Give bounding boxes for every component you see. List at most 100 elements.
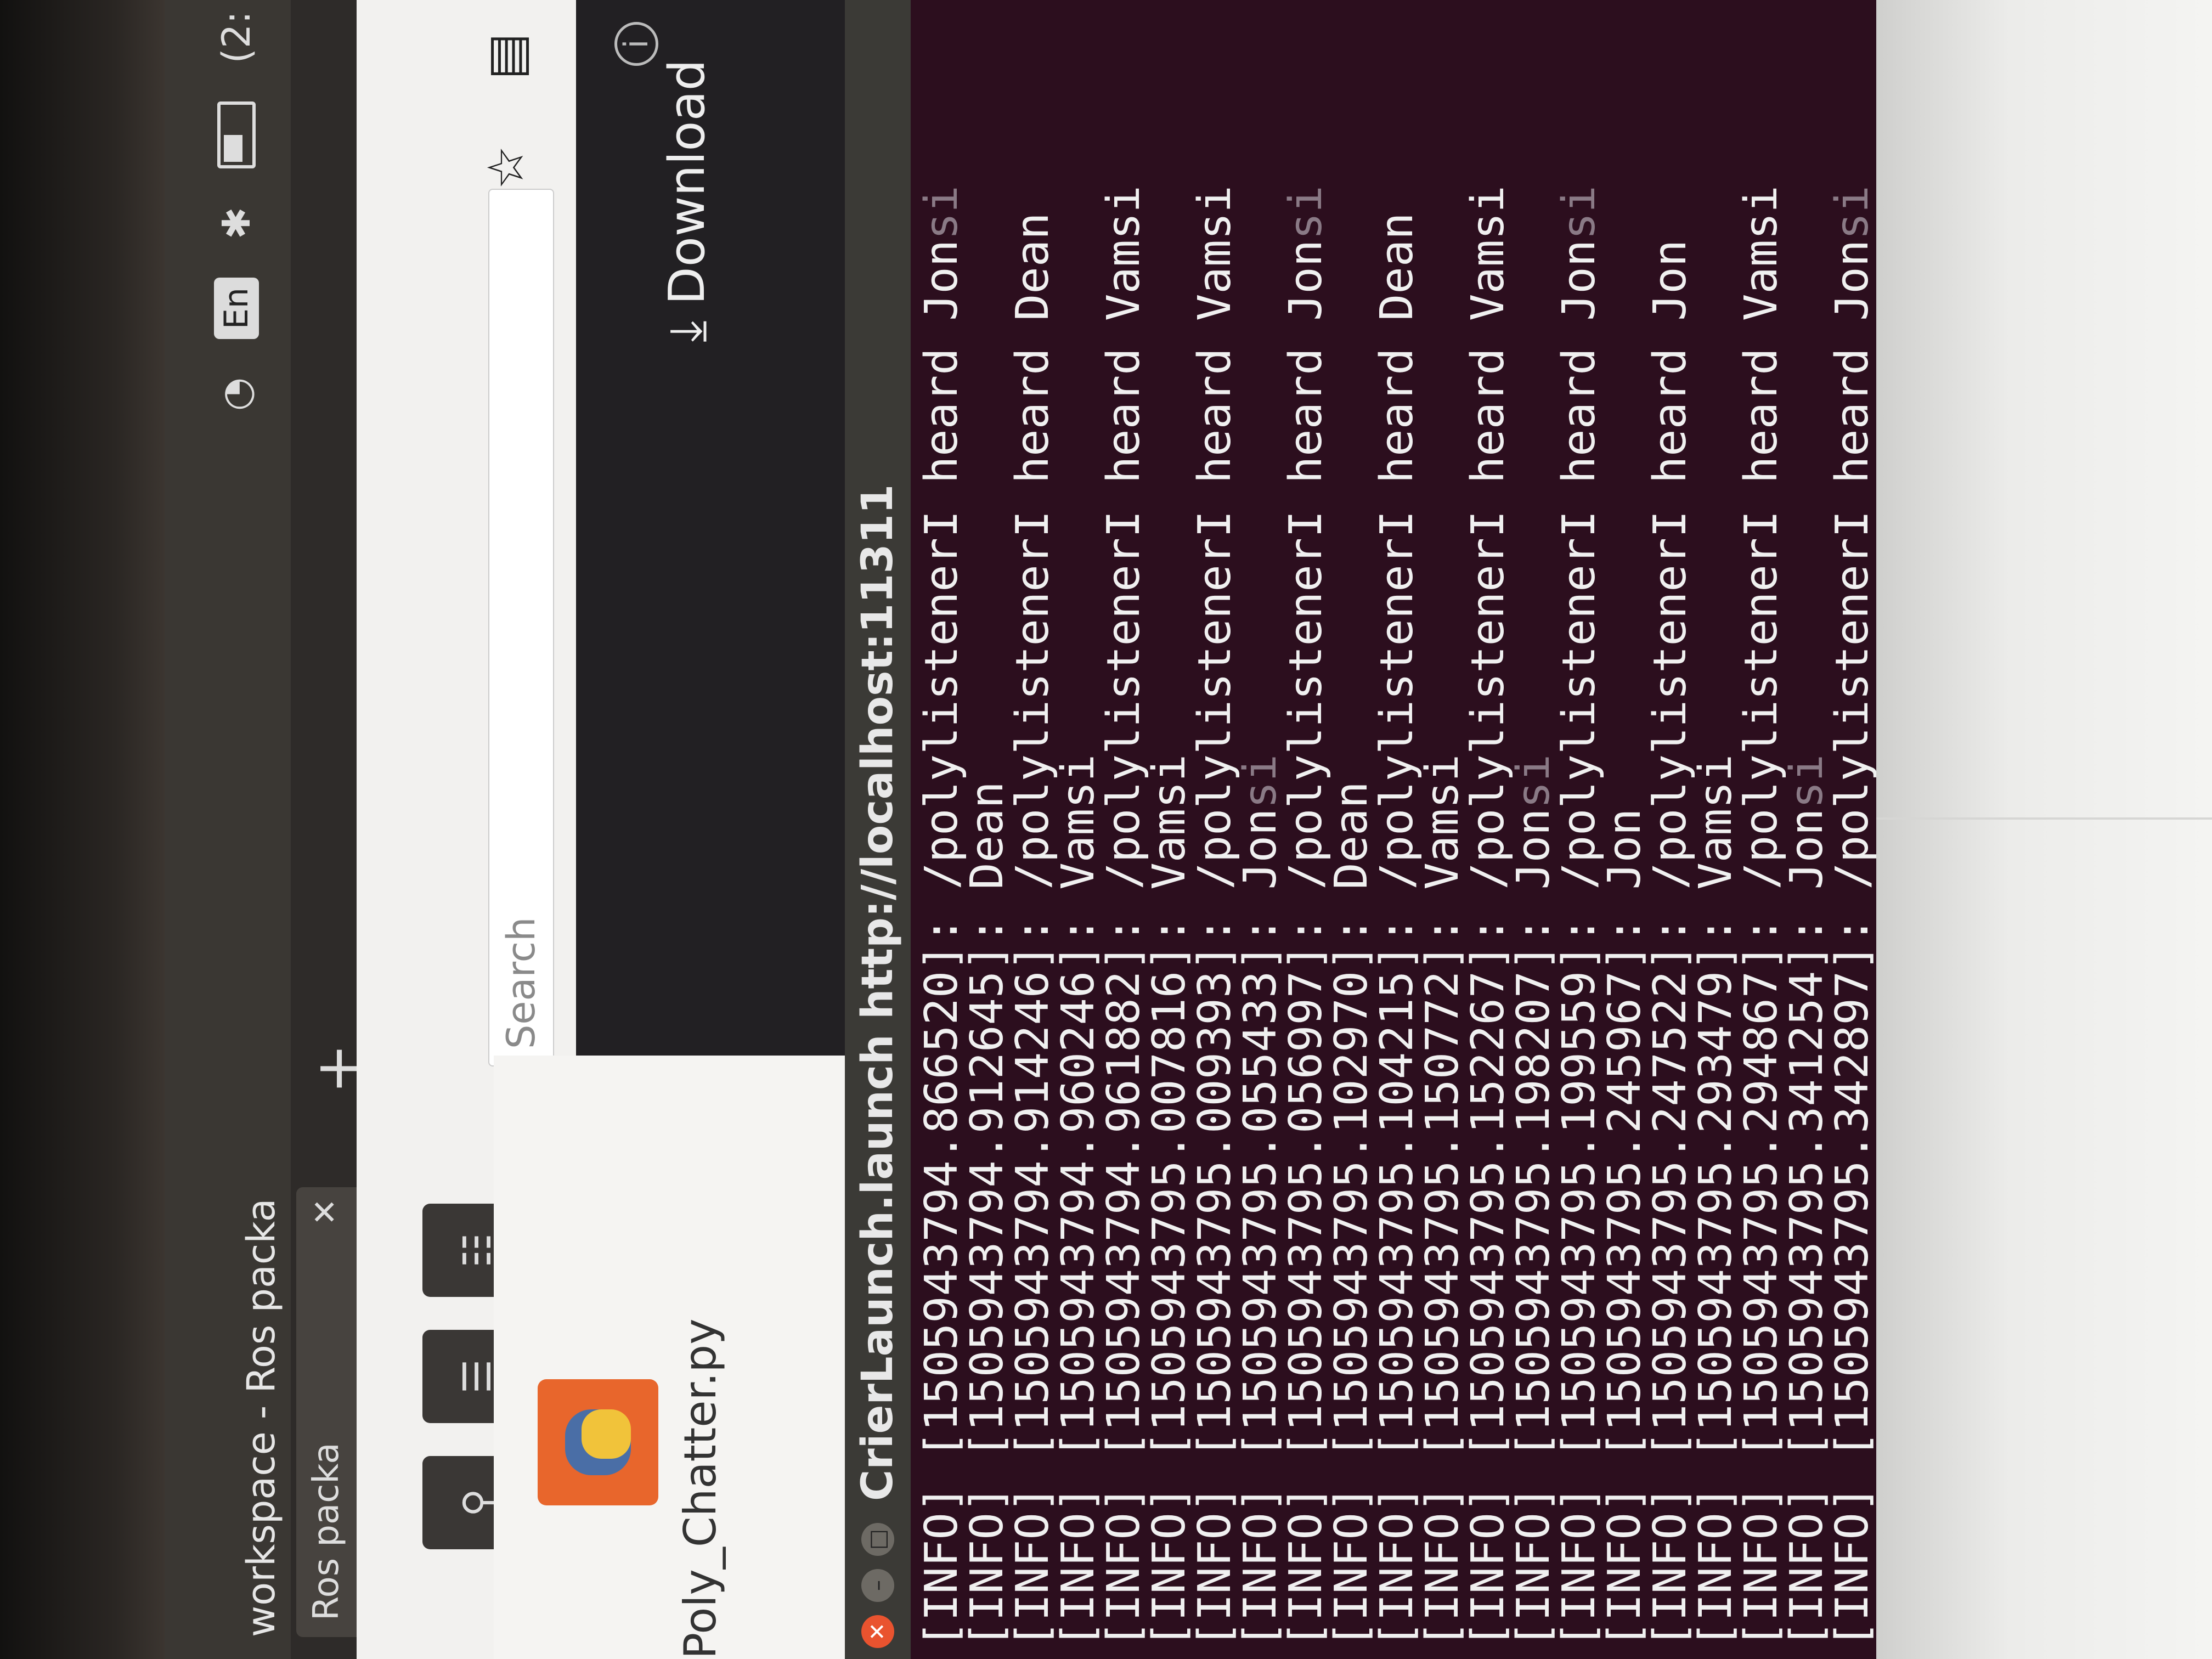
terminal-line: [INFO] [1505943795.342897]: /polylistene… <box>1826 185 1876 1648</box>
terminal-line: [INFO] [1505943795.245967]: Jon <box>1599 185 1651 1648</box>
top-panel: workspace - Ros packa ◔ En ✱ (2: <box>165 0 291 1659</box>
log-message: /polylistenerI heard Jon <box>1280 239 1332 917</box>
maximize-window-button[interactable]: □ <box>861 1523 894 1556</box>
python-file-icon <box>538 1379 658 1505</box>
clock[interactable]: (2: <box>214 11 259 63</box>
terminal-line: [INFO] [1505943795.152267]: /polylistene… <box>1462 185 1514 1648</box>
log-message: /polylistenerI heard Vamsi <box>1189 185 1241 917</box>
terminal-line: [INFO] [1505943794.960246]: Vamsi <box>1052 185 1104 1648</box>
log-message: Dean <box>1325 781 1378 917</box>
terminal-title: CrierLaunch.launch http://localhost:1131… <box>853 484 902 1501</box>
bluetooth-icon[interactable]: ✱ <box>214 207 259 239</box>
terminal-output[interactable]: [INFO] [1505943794.866520]: /polylistene… <box>916 185 1876 1648</box>
log-timestamp: [INFO] [1505943795.102970]: <box>1325 917 1378 1648</box>
log-timestamp: [INFO] [1505943795.247522]: <box>1644 917 1696 1648</box>
log-message: /polylistenerI heard Dean <box>1371 212 1423 917</box>
terminal-line: [INFO] [1505943794.866520]: /polylistene… <box>916 185 968 1648</box>
screen: workspace - Ros packa ◔ En ✱ (2: Ros pac… <box>165 0 1876 1659</box>
minimize-window-button[interactable]: – <box>861 1569 894 1602</box>
window-controls: ✕ – □ <box>861 1523 894 1648</box>
battery-icon[interactable] <box>217 101 256 169</box>
log-message: Vamsi <box>1143 754 1195 917</box>
close-window-button[interactable]: ✕ <box>861 1615 894 1648</box>
panel-indicators: ◔ En ✱ (2: <box>214 11 259 411</box>
panel-window-title: workspace - Ros packa <box>239 1198 284 1637</box>
reading-list-icon[interactable]: ▤ <box>477 33 535 80</box>
download-link[interactable]: ⤓ Download <box>658 59 716 342</box>
log-message: Jon <box>1234 808 1286 917</box>
terminal-line: [INFO] [1505943795.104215]: /polylistene… <box>1371 185 1423 1648</box>
log-message-tail: si <box>1553 185 1605 240</box>
terminal-window[interactable]: ✕ – □ CrierLaunch.launch http://localhos… <box>845 0 1876 1659</box>
terminal-line: [INFO] [1505943795.199559]: /polylistene… <box>1553 185 1605 1648</box>
log-timestamp: [INFO] [1505943795.198207]: <box>1508 917 1560 1648</box>
file-name: Poly_Chatter.py <box>675 1318 726 1659</box>
info-icon[interactable]: i <box>614 22 658 66</box>
log-timestamp: [INFO] [1505943795.245967]: <box>1599 917 1651 1648</box>
terminal-line: [INFO] [1505943795.055433]: Jonsi <box>1234 185 1286 1648</box>
browser-tab[interactable]: Ros packa ✕ <box>296 1187 357 1637</box>
log-message: Jon <box>1508 808 1560 917</box>
keyboard-language-indicator[interactable]: En <box>214 278 259 340</box>
wifi-icon[interactable]: ◔ <box>214 377 259 411</box>
log-message: Jon <box>1781 808 1833 917</box>
log-message: /polylistenerI heard Jon <box>1553 239 1605 917</box>
desktop-file[interactable]: Poly_Chatter.py <box>494 1056 889 1659</box>
log-timestamp: [INFO] [1505943794.912645]: <box>961 917 1013 1648</box>
search-input[interactable]: Search <box>488 189 554 1066</box>
log-message: Dean <box>961 781 1013 917</box>
terminal-line: [INFO] [1505943795.247522]: /polylistene… <box>1644 185 1696 1648</box>
log-message-tail: si <box>1234 754 1286 809</box>
log-timestamp: [INFO] [1505943795.294867]: <box>1735 917 1787 1648</box>
terminal-line: [INFO] [1505943795.294867]: /polylistene… <box>1735 185 1787 1648</box>
terminal-line: [INFO] [1505943794.912645]: Dean <box>961 185 1013 1648</box>
terminal-line: [INFO] [1505943795.341254]: Jonsi <box>1781 185 1833 1648</box>
log-timestamp: [INFO] [1505943795.152267]: <box>1462 917 1514 1648</box>
log-message: Vamsi <box>1417 754 1469 917</box>
terminal-line: [INFO] [1505943794.961882]: /polylistene… <box>1098 185 1150 1648</box>
terminal-line: [INFO] [1505943795.102970]: Dean <box>1325 185 1378 1648</box>
log-timestamp: [INFO] [1505943795.341254]: <box>1781 917 1833 1648</box>
log-message: /polylistenerI heard Vamsi <box>1735 185 1787 917</box>
terminal-titlebar: ✕ – □ CrierLaunch.launch http://localhos… <box>845 0 911 1659</box>
download-icon: ⤓ <box>658 320 716 342</box>
log-message: /polylistenerI heard Dean <box>1007 212 1059 917</box>
log-timestamp: [INFO] [1505943795.056997]: <box>1280 917 1332 1648</box>
log-message: /polylistenerI heard Jon <box>916 239 968 917</box>
terminal-line: [INFO] [1505943795.150772]: Vamsi <box>1417 185 1469 1648</box>
log-timestamp: [INFO] [1505943795.009393]: <box>1189 917 1241 1648</box>
log-message-tail: si <box>1280 185 1332 240</box>
log-message: Vamsi <box>1052 754 1104 917</box>
tab-title: Ros packa <box>306 1442 347 1621</box>
terminal-line: [INFO] [1505943795.009393]: /polylistene… <box>1189 185 1241 1648</box>
log-message: Vamsi <box>1690 754 1742 917</box>
log-message-tail: si <box>1508 754 1560 809</box>
log-message: Jon <box>1599 808 1651 917</box>
terminal-line: [INFO] [1505943795.293479]: Vamsi <box>1690 185 1742 1648</box>
log-message: /polylistenerI heard Vamsi <box>1462 185 1514 917</box>
log-message: /polylistenerI heard Vamsi <box>1098 185 1150 917</box>
log-timestamp: [INFO] [1505943794.914246]: <box>1007 917 1059 1648</box>
close-tab-icon[interactable]: ✕ <box>306 1198 345 1226</box>
log-timestamp: [INFO] [1505943795.199559]: <box>1553 917 1605 1648</box>
terminal-line: [INFO] [1505943795.198207]: Jonsi <box>1508 185 1560 1648</box>
log-message: Vamsi <box>1872 754 1876 890</box>
terminal-line: [INFO] [1505943794.914246]: /polylistene… <box>1007 185 1059 1648</box>
terminal-line: [INFO] [1505943795.007816]: Vamsi <box>1143 185 1195 1648</box>
log-timestamp: [INFO] [1505943795.293479]: <box>1690 917 1742 1648</box>
log-timestamp: [INFO] [1505943794.961882]: <box>1098 917 1150 1648</box>
log-timestamp: [INFO] [1505943795.104215]: <box>1371 917 1423 1648</box>
log-message-tail: si <box>916 185 968 240</box>
bookmark-star-icon[interactable]: ☆ <box>477 145 535 190</box>
terminal-line: [INFO] [1505943795.056997]: /polylistene… <box>1280 185 1332 1648</box>
log-timestamp: [INFO] [1505943795.388832]: <box>1872 917 1876 1648</box>
log-message-tail: si <box>1826 185 1876 240</box>
log-timestamp: [INFO] [1505943795.007816]: <box>1143 917 1195 1648</box>
log-message: /polylistenerI heard Jon <box>1644 239 1696 917</box>
log-timestamp: [INFO] [1505943795.055433]: <box>1234 917 1286 1648</box>
wall-edge <box>1876 817 2212 820</box>
search-placeholder: Search <box>499 917 544 1049</box>
log-timestamp: [INFO] [1505943795.150772]: <box>1417 917 1469 1648</box>
background-wall <box>1876 0 2212 1659</box>
toolbar-icons: ☆ ▤ <box>477 33 535 190</box>
